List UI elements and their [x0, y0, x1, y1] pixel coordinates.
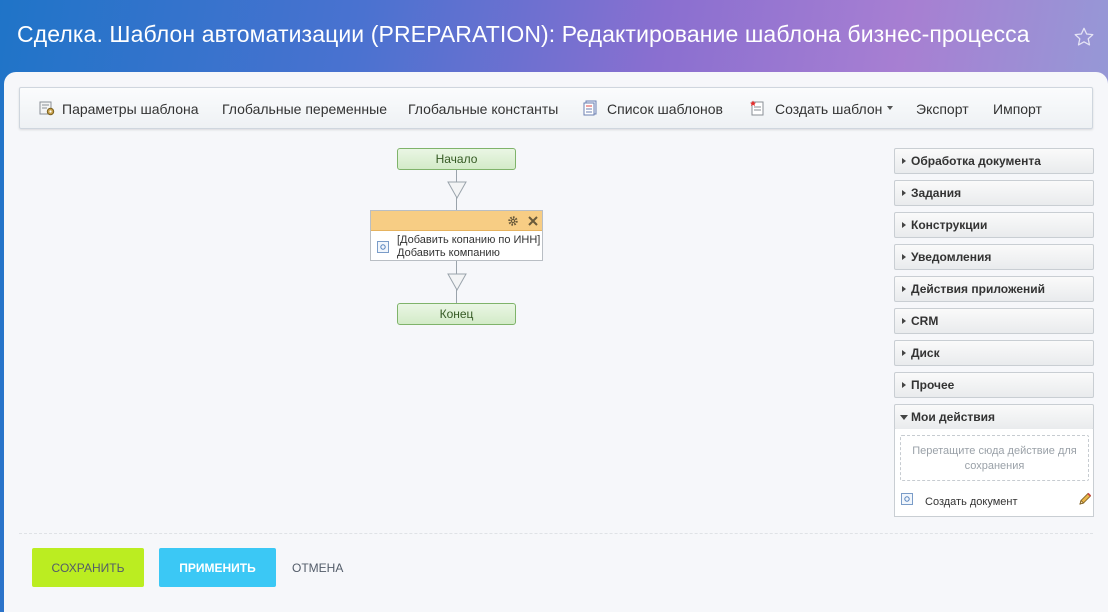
page-title: Сделка. Шаблон автоматизации (PREPARATIO… — [17, 21, 1030, 47]
apply-button[interactable]: Применить — [159, 548, 276, 587]
chevron-right-icon — [902, 318, 906, 324]
arrow-down-icon[interactable] — [447, 180, 467, 200]
toolbar-global-variables[interactable]: Глобальные переменные — [222, 101, 387, 117]
toolbar-import[interactable]: Импорт — [993, 101, 1042, 117]
chevron-right-icon — [902, 350, 906, 356]
toolbar-template-params[interactable]: Параметры шаблона — [62, 101, 199, 117]
pencil-icon[interactable] — [1078, 492, 1092, 506]
group-app-actions[interactable]: Действия приложений — [894, 276, 1094, 302]
chevron-right-icon — [902, 158, 906, 164]
toolbar-create-template[interactable]: Создать шаблон — [775, 101, 894, 117]
toolbar-export[interactable]: Экспорт — [916, 101, 969, 117]
toolbar-global-constants[interactable]: Глобальные константы — [408, 101, 558, 117]
chevron-right-icon — [902, 190, 906, 196]
close-icon[interactable] — [527, 215, 539, 227]
activity-block[interactable]: [Добавить копанию по ИНН] Добавить компа… — [370, 210, 543, 261]
chevron-right-icon — [902, 254, 906, 260]
star-icon[interactable] — [1073, 26, 1095, 48]
group-crm[interactable]: CRM — [894, 308, 1094, 334]
activity-icon — [377, 241, 389, 253]
group-disk[interactable]: Диск — [894, 340, 1094, 366]
chevron-right-icon — [902, 382, 906, 388]
template-list-icon — [583, 100, 597, 116]
chevron-right-icon — [902, 286, 906, 292]
my-action-label: Создать документ — [925, 496, 1018, 508]
group-other[interactable]: Прочее — [894, 372, 1094, 398]
chevron-right-icon — [902, 222, 906, 228]
template-settings-icon — [39, 101, 55, 116]
chevron-down-icon — [900, 415, 908, 420]
my-actions-dropzone[interactable]: Перетащите сюда действие для сохранения — [900, 435, 1089, 481]
group-tasks[interactable]: Задания — [894, 180, 1094, 206]
workarea: Параметры шаблона Глобальные переменные … — [4, 72, 1108, 612]
group-document-processing[interactable]: Обработка документа — [894, 148, 1094, 174]
activity-header — [371, 211, 542, 231]
group-constructions[interactable]: Конструкции — [894, 212, 1094, 238]
toolbar-template-list[interactable]: Список шаблонов — [607, 101, 723, 117]
divider — [19, 533, 1093, 534]
cancel-button[interactable]: Отмена — [292, 561, 343, 575]
activity-icon — [901, 493, 913, 505]
gear-icon[interactable] — [507, 215, 519, 227]
group-my-actions[interactable]: Мои действия — [894, 404, 1094, 430]
create-template-icon — [750, 100, 764, 116]
activity-body: [Добавить копанию по ИНН] Добавить компа… — [371, 231, 542, 261]
toolbar: Параметры шаблона Глобальные переменные … — [19, 87, 1093, 129]
activity-title: [Добавить копанию по ИНН] Добавить компа… — [397, 234, 541, 259]
save-button[interactable]: Сохранить — [32, 548, 144, 587]
start-node[interactable]: Начало — [397, 148, 516, 170]
group-notifications[interactable]: Уведомления — [894, 244, 1094, 270]
chevron-down-icon — [887, 106, 894, 111]
arrow-down-icon[interactable] — [447, 272, 467, 292]
my-actions-content: Перетащите сюда действие для сохранения … — [894, 429, 1094, 517]
end-node[interactable]: Конец — [397, 303, 516, 325]
